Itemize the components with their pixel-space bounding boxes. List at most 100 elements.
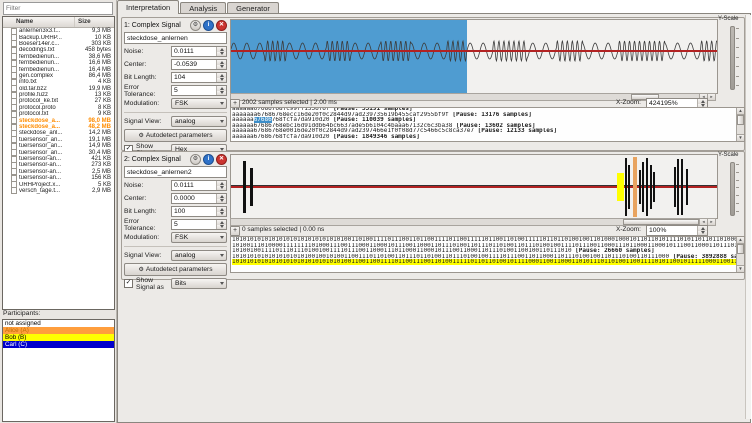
spin-down-icon[interactable] (698, 230, 707, 235)
file-size: 14,9 MB (88, 143, 111, 150)
file-size: 38,6 MB (88, 53, 111, 60)
x-zoom-spinbox-2[interactable]: 100% (646, 225, 708, 236)
file-row[interactable]: protocol.txt 9 KB (3, 110, 114, 118)
scroll-right-icon[interactable]: ▸ (707, 219, 715, 225)
file-row[interactable]: protocol_ke.txt 27 KB (3, 98, 114, 105)
file-row[interactable]: fernbedienun... 16,4 MB (3, 66, 114, 74)
signal-2-close-icon[interactable]: ✕ (216, 153, 227, 165)
tab-interpretation[interactable]: Interpretation (117, 0, 180, 14)
bits-v-scrollbar[interactable]: ▲ ▼ (736, 237, 744, 272)
autodetect-parameters-button[interactable]: ⚙ Autodetect parameters (124, 263, 227, 276)
file-row[interactable]: versch_tage.t... 2,9 MB (3, 187, 114, 195)
scroll-down-icon[interactable]: ▼ (737, 265, 744, 272)
modulation-combobox[interactable]: FSK (171, 232, 227, 243)
signal-view-combobox[interactable]: analog (171, 116, 227, 127)
file-tree[interactable]: Name Size anlernen3x3.t... 9,3 MB Backup.U… (2, 16, 115, 310)
spin-down-icon[interactable] (217, 64, 226, 69)
autodetect-parameters-button[interactable]: ⚙ Autodetect parameters (124, 129, 227, 142)
main-scrollbar[interactable] (745, 15, 751, 419)
file-row[interactable]: tuersensor-an... 156 KB (3, 174, 114, 182)
file-row[interactable]: tuersensor-an... 273 KB (3, 161, 114, 169)
participant-row[interactable]: not assigned (3, 320, 114, 327)
scroll-down-icon[interactable]: ▼ (737, 134, 744, 141)
signal-1-hex-messages[interactable]: aaaaaa67686768fc99ff1536f6f [Pause: 3319… (230, 107, 745, 142)
bit-length-spinbox[interactable]: 100 (171, 206, 227, 217)
signal-1-info-icon[interactable]: i (203, 19, 214, 31)
message-row[interactable]: 1010101010101010101010101010101001100110… (232, 259, 744, 265)
file-row[interactable]: fernbedienun... 16,6 MB (3, 59, 114, 67)
file-row[interactable]: tuersensor_an... 19,1 MB (3, 136, 114, 144)
file-row[interactable]: tuersensor-an... 421 KB (3, 155, 114, 163)
file-row[interactable]: URHProject.x... 5 KB (3, 181, 114, 189)
file-row[interactable]: steckdose_a... 98,0 MB (3, 117, 114, 125)
file-size: 86,4 MB (88, 72, 111, 79)
file-row[interactable]: decodings.txt 458 bytes (3, 46, 114, 54)
file-row[interactable]: gen.complex 86,4 MB (3, 72, 114, 80)
modulation-combobox[interactable]: FSK (171, 98, 227, 109)
signal-1-waveform-plot[interactable] (230, 19, 718, 94)
participants-list[interactable]: not assigned Alice (A) Bob (B) Carl (C) (2, 319, 115, 422)
file-name: tuersensor-an... (19, 156, 62, 162)
scroll-up-icon[interactable]: ▲ (737, 237, 744, 244)
show-signal-as-checkbox[interactable]: ✓ (124, 279, 133, 288)
noise-spinbox[interactable]: 0.0111 (171, 180, 227, 191)
signal-2-settings-icon[interactable]: ⚙ (190, 153, 201, 165)
participant-row[interactable]: Alice (A) (3, 327, 114, 334)
spin-down-icon[interactable] (217, 185, 226, 190)
bit-length-spinbox[interactable]: 104 (171, 72, 227, 83)
y-scale-slider-2[interactable] (730, 162, 735, 216)
file-row[interactable]: anlernen3x3.t... 9,3 MB (3, 27, 114, 35)
file-row[interactable]: profile.fuzz 13 KB (3, 91, 114, 99)
signal-1-close-icon[interactable]: ✕ (216, 19, 227, 31)
file-row[interactable]: info.txt 4 KB (3, 78, 114, 86)
file-row[interactable]: old.tar.bz2 19,9 MB (3, 85, 114, 93)
y-scale-slider-1[interactable] (730, 26, 735, 90)
spin-down-icon[interactable] (217, 224, 226, 229)
error-tolerance-spinbox[interactable]: 5 (171, 219, 227, 230)
file-row[interactable]: steckdose_anl... 14,2 MB (3, 129, 114, 137)
file-size: 30,4 MB (88, 149, 111, 156)
file-row[interactable]: protocol.proto 8 KB (3, 104, 114, 112)
message-row[interactable]: aaaaaa67686768fcfa7da910d20 [Pause: 1849… (232, 134, 744, 140)
file-row[interactable]: Boeser14er.c... 303 KB (3, 40, 114, 48)
signal-burst (617, 172, 624, 201)
scroll-up-icon[interactable]: ▲ (737, 108, 744, 115)
signal-view-combobox[interactable]: analog (171, 250, 227, 261)
spin-down-icon[interactable] (217, 198, 226, 203)
file-name: steckdose_a... (19, 117, 61, 124)
file-row[interactable]: tuersensor-an... 2,5 MB (3, 168, 114, 176)
scroll-right-icon[interactable]: ▸ (707, 94, 715, 100)
filter-input[interactable] (3, 2, 113, 15)
noise-value: 0.0111 (174, 48, 194, 55)
file-row[interactable]: tuersensor_an... 14,9 MB (3, 142, 114, 150)
signal-1-name-input[interactable] (124, 32, 227, 44)
center-spinbox[interactable]: 0.0000 (171, 193, 227, 204)
participant-row[interactable]: Bob (B) (3, 334, 114, 341)
signal-1-settings-icon[interactable]: ⚙ (190, 19, 201, 31)
center-value: -0.0539 (174, 61, 198, 68)
spin-down-icon[interactable] (217, 211, 226, 216)
file-size: 10 KB (94, 34, 111, 41)
file-row[interactable]: Backup.URHP... 10 KB (3, 34, 114, 42)
noise-spinbox[interactable]: 0.0111 (171, 46, 227, 57)
column-name[interactable]: Name (3, 17, 75, 27)
file-row[interactable]: steckdose_a... 48,2 MB (3, 123, 114, 131)
hex-v-scrollbar[interactable]: ▲ ▼ (736, 108, 744, 141)
error-tolerance-spinbox[interactable]: 5 (171, 85, 227, 96)
center-spinbox[interactable]: -0.0539 (171, 59, 227, 70)
participant-row[interactable]: Carl (C) (3, 341, 114, 348)
signal-2-info-icon[interactable]: i (203, 153, 214, 165)
signal-2-bit-messages[interactable]: 1010101010101010101010101010101001101001… (230, 236, 745, 273)
zoom-in-button-2[interactable]: + (230, 226, 240, 236)
h-scrollbar-2[interactable]: ◂ ▸ (230, 218, 716, 226)
file-row[interactable]: fernbedienun... 38,6 MB (3, 53, 114, 61)
file-row[interactable]: tuersensor_an... 30,4 MB (3, 149, 114, 157)
spin-down-icon[interactable] (217, 77, 226, 82)
spin-down-icon[interactable] (217, 51, 226, 56)
spin-down-icon[interactable] (217, 90, 226, 95)
signal-2-name-input[interactable] (124, 166, 227, 178)
signal-2-waveform-plot[interactable] (230, 154, 718, 219)
file-name: Backup.URHP... (19, 34, 62, 41)
show-signal-as-combobox[interactable]: Bits (171, 278, 227, 289)
column-size[interactable]: Size (75, 17, 114, 27)
